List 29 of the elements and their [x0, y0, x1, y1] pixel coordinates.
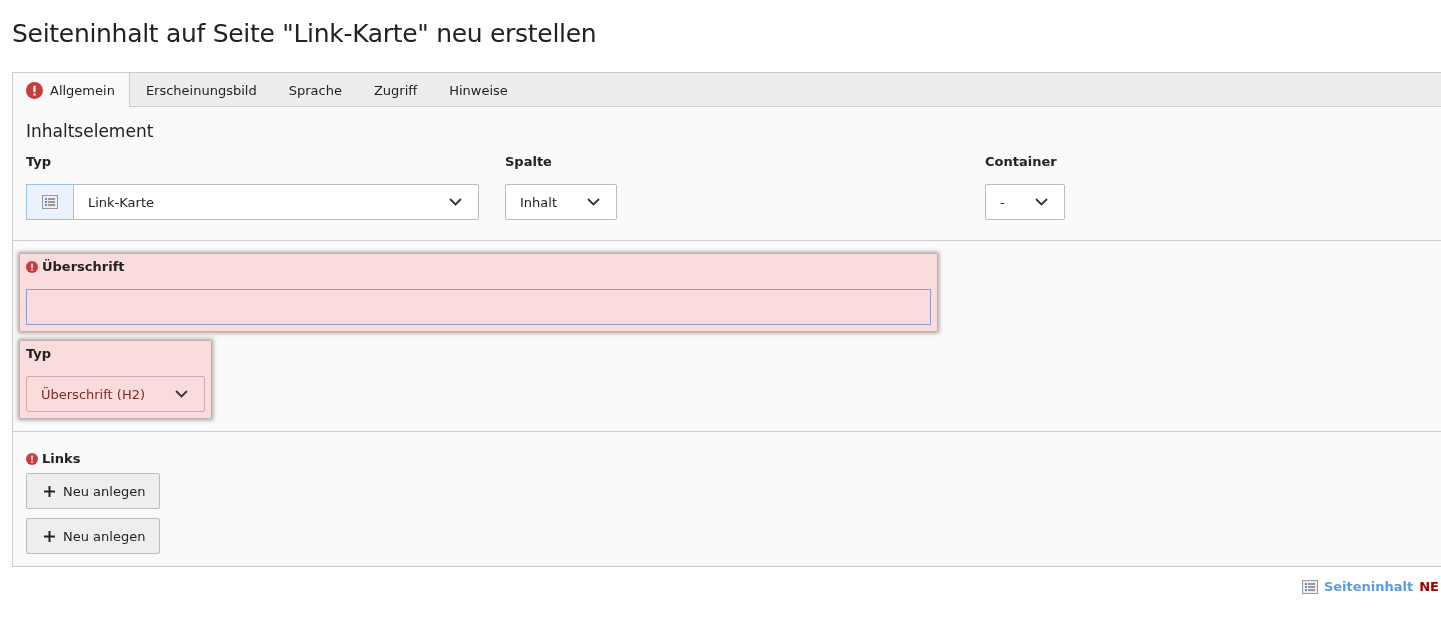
chevron-down-icon: [587, 198, 600, 206]
add-button[interactable]: Neu anlegen: [26, 473, 161, 509]
select-field[interactable]: Inhalt: [505, 184, 617, 220]
tab[interactable]: Zugriff: [357, 74, 434, 107]
field-label: Typ: [26, 346, 52, 361]
chevron-down-icon: [449, 198, 462, 206]
list-icon: [42, 195, 58, 209]
select-field[interactable]: Überschrift (H2): [26, 376, 205, 412]
tab[interactable]: Erscheinungsbild: [129, 74, 273, 107]
plus-icon: [44, 530, 55, 542]
list-icon: [1301, 579, 1318, 594]
section-heading: Inhaltselement: [26, 121, 155, 141]
select-field[interactable]: -: [985, 184, 1065, 220]
page-title: Seiteninhalt auf Seite "Link-Karte" neu erstellen: [11, 18, 598, 50]
status-label: NE: [1419, 579, 1439, 594]
type-select[interactable]: Link-Karte: [26, 184, 479, 220]
tab[interactable]: Hinweise: [433, 74, 524, 107]
input-field[interactable]: [26, 289, 931, 325]
field-label: Typ: [26, 154, 52, 169]
chevron-down-icon: [175, 390, 188, 398]
field-label: Container: [985, 154, 1057, 169]
field-label: Spalte: [505, 154, 552, 169]
tab[interactable]: Allgemein: [13, 73, 130, 107]
field-label: Überschrift: [42, 259, 125, 274]
plus-icon: [44, 485, 55, 497]
chevron-down-icon: [1034, 198, 1048, 206]
add-button[interactable]: Neu anlegen: [26, 518, 161, 554]
field-label: Links: [42, 451, 81, 466]
tab[interactable]: Sprache: [272, 74, 358, 107]
